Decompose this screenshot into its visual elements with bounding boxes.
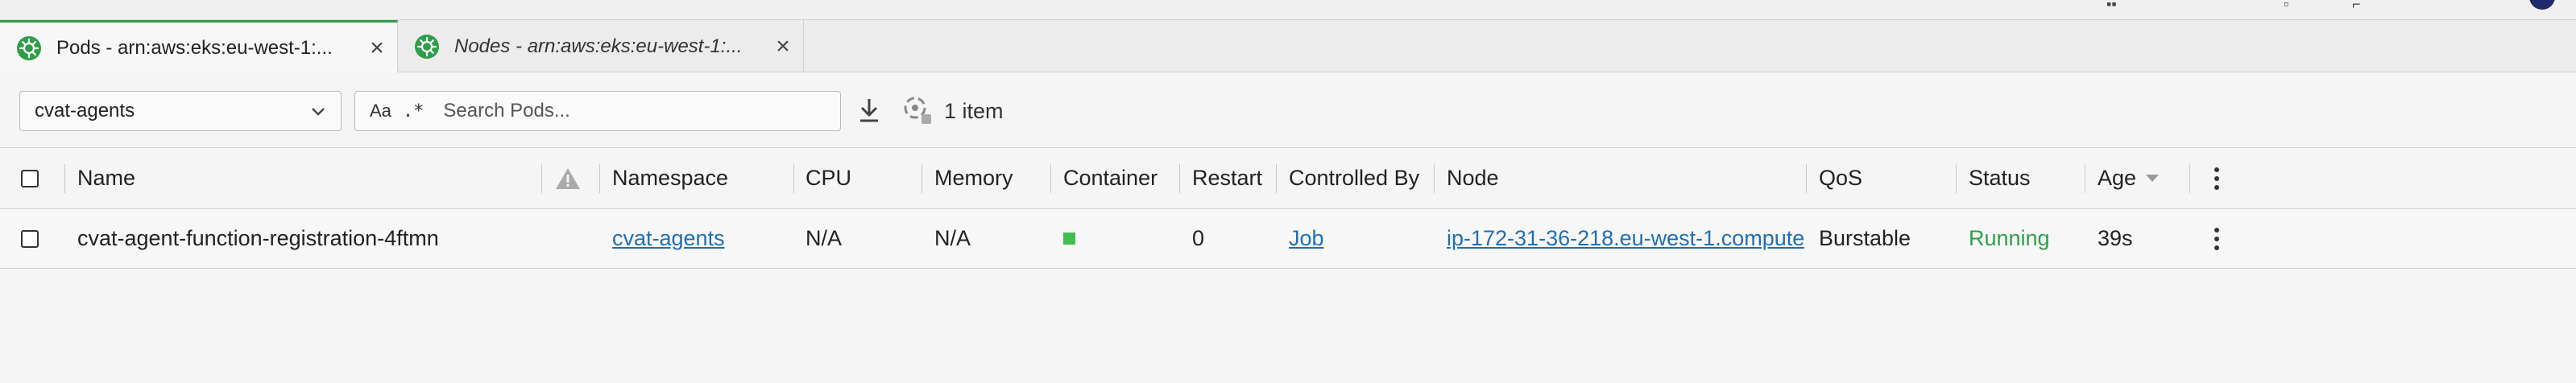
- chevron-down-icon: [312, 108, 325, 116]
- warning-icon: [556, 167, 580, 189]
- top-strip: ▪▪ ▫ ⌐: [0, 0, 2576, 19]
- list-toolbar: cvat-agents Aa .* 1 item: [0, 72, 2576, 148]
- pod-container-cell: [1063, 209, 1176, 268]
- regex-toggle[interactable]: .*: [403, 101, 425, 121]
- column-header-cpu[interactable]: CPU: [806, 148, 918, 208]
- column-divider[interactable]: [1179, 164, 1180, 193]
- column-divider[interactable]: [1956, 164, 1957, 193]
- pod-age: 39s: [2098, 226, 2133, 250]
- item-count: 1 item: [944, 99, 1004, 123]
- column-header-namespace[interactable]: Namespace: [612, 148, 773, 208]
- container-status-indicator[interactable]: [1063, 233, 1075, 245]
- avatar[interactable]: [2529, 0, 2555, 10]
- pod-qos: Burstable: [1819, 226, 1911, 250]
- pod-status: Running: [1969, 226, 2050, 250]
- namespace-select-value: cvat-agents: [35, 100, 135, 121]
- pod-controlled-by-link[interactable]: Job: [1289, 226, 1324, 251]
- column-header-restarts[interactable]: Restart: [1192, 148, 1269, 208]
- tab-nodes-label: Nodes - arn:aws:eks:eu-west-1:...: [454, 35, 743, 57]
- pod-namespace-link[interactable]: cvat-agents: [612, 226, 725, 251]
- toolbar-icon-b[interactable]: ▫: [2284, 0, 2288, 11]
- column-menu-cell: [2214, 148, 2230, 208]
- table-header: Name Namespace CPU Memory Container Rest…: [0, 148, 2576, 209]
- column-divider[interactable]: [2189, 164, 2190, 193]
- namespace-select[interactable]: cvat-agents: [19, 91, 342, 131]
- column-header-status[interactable]: Status: [1969, 148, 2081, 208]
- column-divider[interactable]: [541, 164, 542, 193]
- pod-restarts: 0: [1192, 226, 1205, 250]
- pod-memory: N/A: [934, 226, 971, 250]
- tab-pods-label: Pods - arn:aws:eks:eu-west-1:...: [56, 36, 333, 59]
- download-icon[interactable]: [857, 97, 881, 124]
- table-row[interactable]: cvat-agent-function-registration-4ftmn c…: [0, 209, 2576, 269]
- row-menu-cell: [2214, 209, 2230, 268]
- tab-nodes[interactable]: Nodes - arn:aws:eks:eu-west-1:... ×: [398, 20, 804, 72]
- close-icon[interactable]: ×: [367, 35, 387, 61]
- pod-node-link[interactable]: ip-172-31-36-218.eu-west-1.compute.inter…: [1447, 226, 1804, 251]
- column-header-node[interactable]: Node: [1447, 148, 1801, 208]
- column-divider[interactable]: [1806, 164, 1807, 193]
- tab-pods[interactable]: Pods - arn:aws:eks:eu-west-1:... ×: [0, 20, 398, 73]
- column-divider[interactable]: [1276, 164, 1277, 193]
- toolbar-icon-c[interactable]: ⌐: [2352, 0, 2361, 11]
- column-header-name[interactable]: Name: [77, 148, 528, 208]
- column-header-container[interactable]: Container: [1063, 148, 1178, 208]
- toolbar-icon-a[interactable]: ▪▪: [2106, 0, 2117, 11]
- row-checkbox[interactable]: [21, 229, 39, 248]
- match-case-toggle[interactable]: Aa: [370, 101, 391, 121]
- pod-namespace-cell: cvat-agents: [612, 209, 781, 268]
- sort-descending-icon: [2146, 175, 2160, 182]
- column-divider[interactable]: [793, 164, 794, 193]
- helm-icon[interactable]: [899, 92, 934, 127]
- column-header-memory[interactable]: Memory: [934, 148, 1044, 208]
- kubernetes-icon: [415, 34, 439, 59]
- close-icon[interactable]: ×: [772, 33, 793, 60]
- column-header-controlled-by[interactable]: Controlled By: [1289, 148, 1424, 208]
- kubernetes-icon: [17, 35, 41, 60]
- column-header-qos[interactable]: QoS: [1819, 148, 1948, 208]
- pod-node-cell: ip-172-31-36-218.eu-west-1.compute.inter…: [1447, 209, 1804, 268]
- row-select-cell: [21, 209, 45, 268]
- column-divider[interactable]: [599, 164, 600, 193]
- select-all-cell: [21, 148, 45, 208]
- pod-controlled-by-cell: Job: [1289, 209, 1424, 268]
- column-header-warnings[interactable]: [554, 148, 586, 208]
- kebab-menu-icon[interactable]: [2214, 167, 2220, 190]
- column-divider[interactable]: [921, 164, 922, 193]
- column-divider[interactable]: [1050, 164, 1051, 193]
- pod-name: cvat-agent-function-registration-4ftmn: [77, 226, 439, 250]
- tab-bar: Pods - arn:aws:eks:eu-west-1:... × Nodes…: [0, 19, 2576, 73]
- column-divider[interactable]: [1434, 164, 1435, 193]
- kebab-menu-icon[interactable]: [2214, 227, 2220, 250]
- select-all-checkbox[interactable]: [21, 169, 39, 187]
- column-divider[interactable]: [64, 164, 65, 193]
- column-header-age[interactable]: Age: [2098, 148, 2186, 208]
- search-input[interactable]: [441, 99, 816, 123]
- search-box: Aa .*: [354, 91, 841, 131]
- pod-cpu: N/A: [806, 226, 843, 250]
- column-header-age-label: Age: [2098, 166, 2137, 190]
